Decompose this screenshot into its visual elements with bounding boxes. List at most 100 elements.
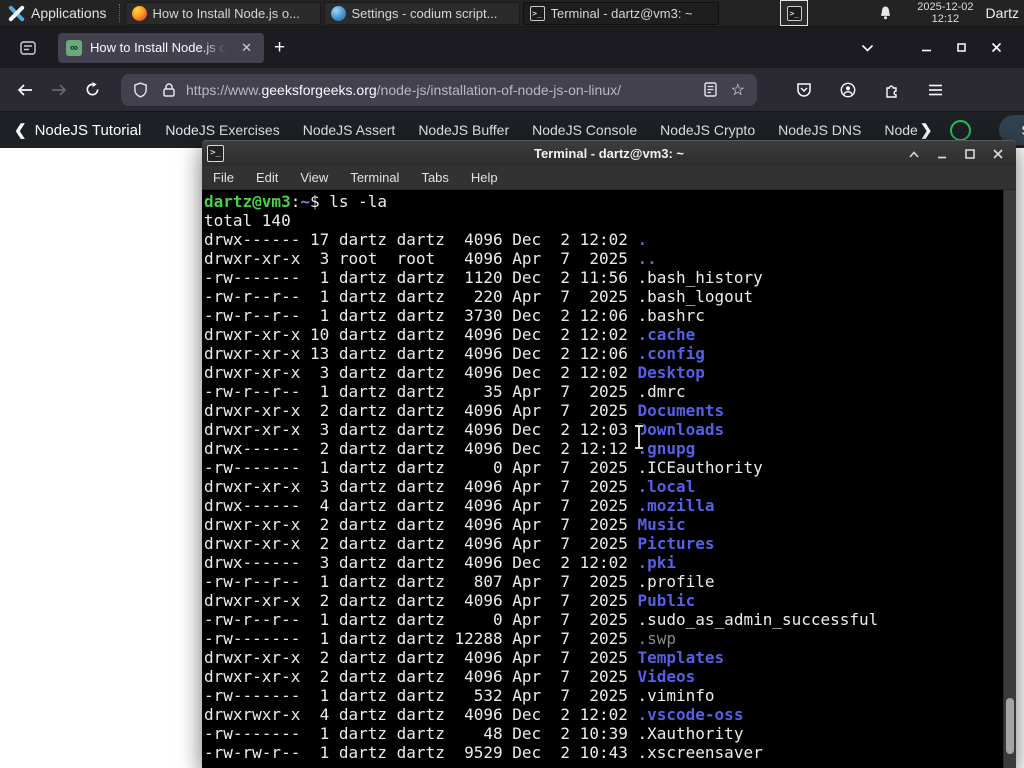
terminal-listing-line: -rw-r--r-- 1 dartz dartz 0 Apr 7 2025 .s… — [204, 610, 879, 629]
terminal-listing-line: -rw------- 1 dartz dartz 1120 Dec 2 11:5… — [204, 268, 763, 287]
terminal-listing-line: -rw-r--r-- 1 dartz dartz 220 Apr 7 2025 … — [204, 287, 754, 306]
terminal-titlebar[interactable]: Terminal - dartz@vm3: ~ >_ — [202, 140, 1016, 166]
search-icon[interactable] — [950, 119, 972, 141]
listing-file-name: .Xauthority — [637, 724, 744, 743]
listing-file-name: .sudo_as_admin_successful — [637, 610, 879, 629]
terminal-scrollbar[interactable] — [1003, 190, 1016, 768]
listing-directory-name: Documents — [637, 401, 725, 420]
maximize-window-icon[interactable] — [944, 34, 979, 61]
tab-title: How to Install Node.js on — [90, 40, 230, 55]
listing-directory-name: .local — [637, 477, 696, 496]
terminal-icon: >_ — [529, 5, 545, 21]
listing-file-name: .ICEauthority — [637, 458, 763, 477]
terminal-listing-line: -rw------- 1 dartz dartz 0 Apr 7 2025 .I… — [204, 458, 763, 477]
window-controls — [909, 27, 1014, 68]
terminal-listing-line: -rw------- 1 dartz dartz 532 Apr 7 2025 … — [204, 686, 715, 705]
desktop: Applications How to Install Node.js o...… — [0, 0, 1024, 768]
sitenav-item-nodejs-exercises[interactable]: NodeJS Exercises — [165, 122, 279, 138]
close-window-icon[interactable] — [986, 145, 1010, 163]
listing-directory-name: .. — [637, 249, 657, 268]
terminal-listing-line: drwxr-xr-x 2 dartz dartz 4096 Apr 7 2025… — [204, 667, 696, 686]
taskbar-button-codium-settings[interactable]: Settings - codium script... — [323, 1, 520, 25]
account-icon[interactable] — [831, 75, 865, 105]
listing-directory-name: .pki — [637, 553, 677, 572]
terminal-listing-line: -rw-r--r-- 1 dartz dartz 35 Apr 7 2025 .… — [204, 382, 686, 401]
hamburger-menu-icon[interactable] — [919, 77, 952, 103]
forward-button[interactable] — [42, 76, 76, 104]
menu-tabs[interactable]: Tabs — [410, 170, 459, 185]
terminal-listing-line: drwx------ 17 dartz dartz 4096 Dec 2 12:… — [204, 230, 648, 249]
sitenav-item-nodejs-assert[interactable]: NodeJS Assert — [303, 122, 396, 138]
terminal-menubar: File Edit View Terminal Tabs Help — [202, 166, 1016, 190]
menu-terminal[interactable]: Terminal — [339, 170, 410, 185]
sitenav-item-nodejs-dns[interactable]: NodeJS DNS — [778, 122, 861, 138]
tab-close-icon[interactable]: ✕ — [237, 38, 256, 58]
scrollbar-thumb[interactable] — [1006, 698, 1014, 754]
maximize-window-icon[interactable] — [958, 145, 982, 163]
extensions-puzzle-icon[interactable] — [875, 75, 909, 105]
pocket-icon[interactable] — [787, 75, 821, 105]
system-tray: >_ 2025-12-02 12:12 Dartz — [780, 0, 1024, 26]
sitenav-item-nodejs-crypto[interactable]: NodeJS Crypto — [660, 122, 755, 138]
notification-bell-icon[interactable] — [878, 5, 893, 21]
tray-terminal-icon[interactable]: >_ — [780, 0, 809, 26]
taskbar-title: Terminal - dartz@vm3: ~ — [550, 5, 693, 21]
lock-icon[interactable] — [158, 80, 180, 100]
nav-back-chevron-icon[interactable]: ❮ — [14, 121, 27, 139]
listing-file-name: .swp — [637, 629, 677, 648]
sitenav-item-nodejs-tutorial[interactable]: NodeJS Tutorial — [35, 122, 142, 139]
reload-button[interactable] — [76, 75, 109, 104]
firefox-tab-bar: ∞ How to Install Node.js on ✕ + — [0, 27, 1024, 68]
panel-clock[interactable]: 2025-12-02 12:12 — [917, 1, 973, 25]
minimize-window-icon[interactable] — [909, 34, 944, 61]
bookmark-star-icon[interactable]: ☆ — [727, 80, 749, 100]
listing-directory-name: Downloads — [637, 420, 725, 439]
list-all-tabs-chevron-icon[interactable] — [861, 27, 874, 68]
taskbar-button-terminal[interactable]: >_ Terminal - dartz@vm3: ~ — [522, 1, 719, 25]
nav-scroll-right-chevron-icon[interactable]: ❯ — [920, 121, 933, 139]
terminal-listing-line: drwxr-xr-x 2 dartz dartz 4096 Apr 7 2025… — [204, 648, 725, 667]
taskbar-button-firefox[interactable]: How to Install Node.js o... — [124, 1, 321, 25]
session-user-label[interactable]: Dartz — [986, 5, 1019, 21]
terminal-listing-line: -rw-r--r-- 1 dartz dartz 3730 Dec 2 12:0… — [204, 306, 705, 325]
reader-mode-icon[interactable] — [700, 80, 721, 99]
terminal-prompt-line: dartz@vm3:~$ ls -la — [204, 192, 1016, 211]
new-tab-button[interactable]: + — [264, 35, 295, 61]
listing-file-name: .xscreensaver — [637, 743, 763, 762]
shade-window-icon[interactable] — [902, 147, 926, 162]
prompt-path: ~ — [300, 192, 310, 211]
sitenav-item-nodejs-console[interactable]: NodeJS Console — [532, 122, 637, 138]
terminal-listing-line: -rw------- 1 dartz dartz 48 Dec 2 10:39 … — [204, 724, 744, 743]
back-button[interactable] — [8, 76, 42, 104]
menu-file[interactable]: File — [202, 170, 245, 185]
firefox-icon — [131, 5, 147, 21]
terminal-listing-line: drwxr-xr-x 2 dartz dartz 4096 Apr 7 2025… — [204, 591, 696, 610]
shield-icon[interactable] — [129, 80, 152, 100]
sitenav-item-truncated[interactable]: Node — [884, 122, 917, 138]
toolbar-right-icons — [787, 75, 952, 105]
applications-menu-button[interactable]: Applications — [0, 0, 115, 27]
url-text[interactable]: https://www.geeksforgeeks.org/node-js/in… — [186, 82, 694, 98]
sitenav-item-nodejs-buffer[interactable]: NodeJS Buffer — [418, 122, 509, 138]
applications-label: Applications — [31, 5, 107, 21]
close-window-icon[interactable] — [979, 34, 1014, 61]
panel-separator — [118, 4, 121, 22]
firefox-view-icon[interactable] — [14, 35, 42, 61]
minimize-window-icon[interactable] — [930, 146, 954, 163]
terminal-listing-line: drwxr-xr-x 2 dartz dartz 4096 Apr 7 2025… — [204, 515, 686, 534]
terminal-window: Terminal - dartz@vm3: ~ >_ File Edit Vie… — [202, 140, 1016, 768]
listing-file-name: .bash_history — [637, 268, 763, 287]
url-bar[interactable]: https://www.geeksforgeeks.org/node-js/in… — [121, 73, 757, 106]
menu-edit[interactable]: Edit — [245, 170, 289, 185]
codium-icon — [330, 5, 346, 21]
terminal-listing-line: drwxr-xr-x 3 dartz dartz 4096 Dec 2 12:0… — [204, 420, 725, 439]
listing-file-name: .dmrc — [637, 382, 686, 401]
distro-logo-icon — [8, 5, 25, 22]
menu-help[interactable]: Help — [460, 170, 509, 185]
terminal-listing-line: drwxr-xr-x 3 root root 4096 Apr 7 2025 .… — [204, 249, 657, 268]
top-panel: Applications How to Install Node.js o...… — [0, 0, 1024, 27]
menu-view[interactable]: View — [289, 170, 339, 185]
terminal-output: dartz@vm3:~$ ls -la total 140 drwx------… — [202, 190, 1016, 768]
listing-directory-name: . — [637, 230, 648, 249]
browser-tab-active[interactable]: ∞ How to Install Node.js on ✕ — [58, 32, 264, 63]
